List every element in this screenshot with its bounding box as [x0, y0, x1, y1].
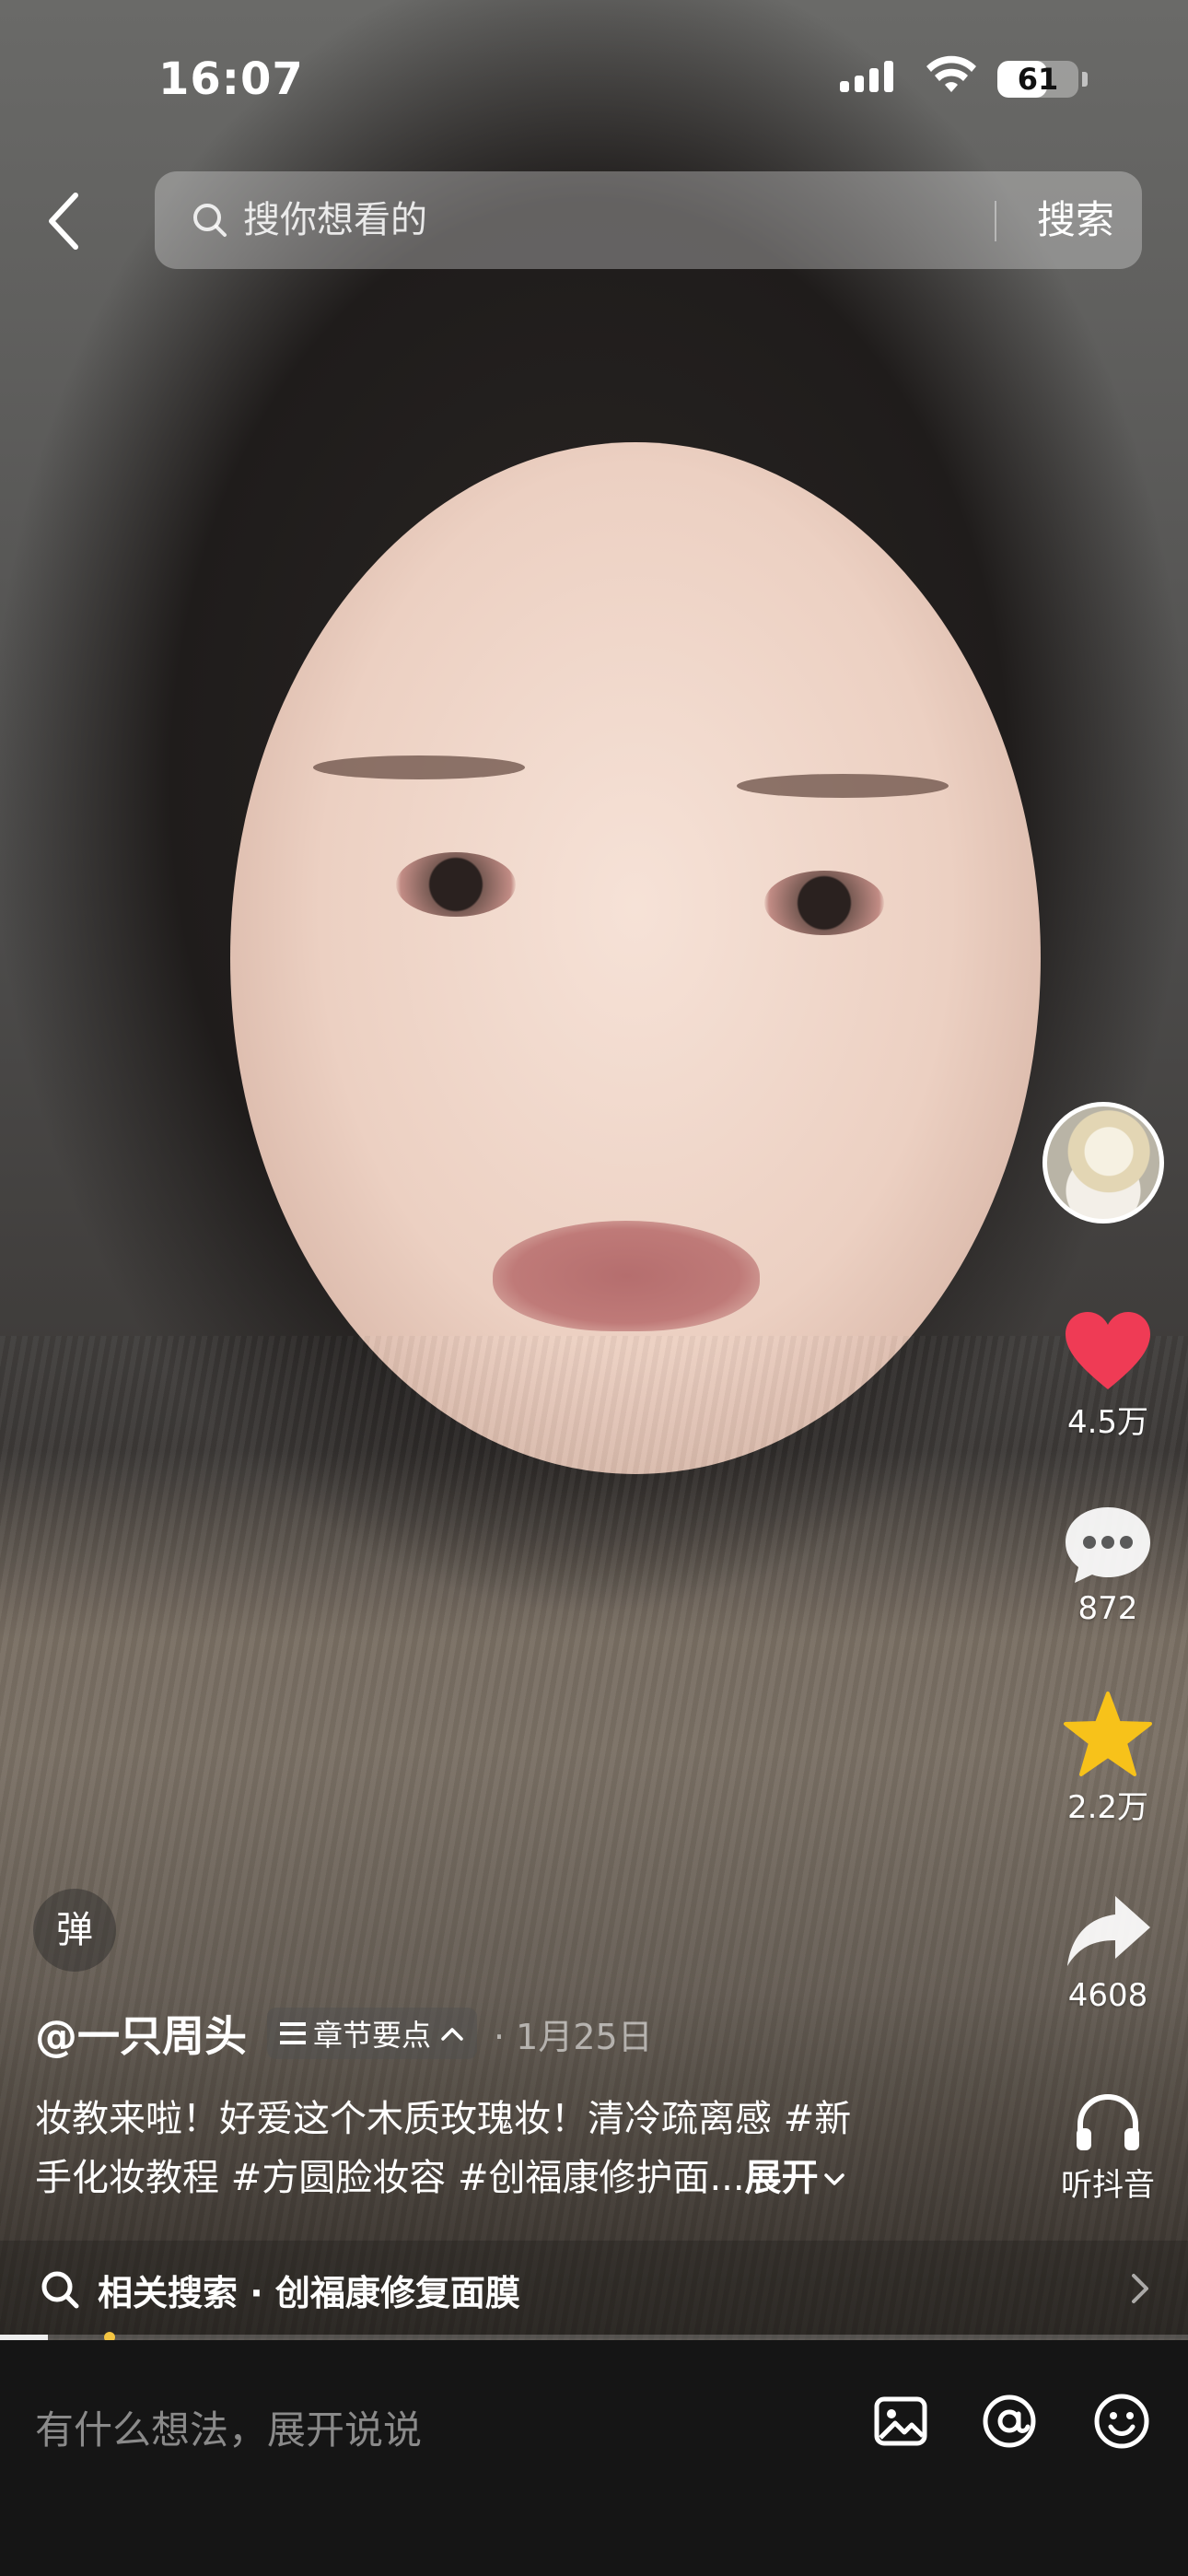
related-search-bar[interactable]: 相关搜索 · 创福康修复面膜: [0, 2241, 1188, 2338]
related-search-label: 相关搜索 · 创福康修复面膜: [98, 2272, 520, 2313]
like-count: 4.5万: [1066, 1404, 1149, 1441]
image-icon[interactable]: [871, 2392, 930, 2451]
list-icon: [280, 2022, 306, 2044]
favorite-count: 2.2万: [1066, 1789, 1149, 1826]
expand-button[interactable]: 展开: [745, 2157, 846, 2199]
post-description[interactable]: 妆教来啦！好爱这个木质玫瑰妆！清冷疏离感 #新 手化妆教程 #方圆脸妆容 #创福…: [35, 2090, 938, 2207]
author-name[interactable]: @一只周头: [35, 2003, 247, 2064]
share-icon: [1067, 1896, 1150, 1966]
video-screen: 16:07 61 搜你想看的 搜索 4.5万 872 2.2万 4608 听抖音…: [0, 0, 1188, 2576]
comment-bar: 有什么想法，展开说说: [0, 2340, 1188, 2576]
like-button[interactable]: 4.5万: [1034, 1308, 1182, 1442]
comment-count: 872: [1077, 1590, 1138, 1627]
comment-button[interactable]: 872: [1034, 1502, 1182, 1627]
heart-icon: [1066, 1312, 1150, 1389]
chevron-up-icon: [441, 2028, 463, 2041]
emoji-icon[interactable]: [1092, 2392, 1151, 2451]
chevron-down-icon: [823, 2173, 844, 2185]
chapter-chip-label: 章节要点: [313, 2018, 432, 2053]
listen-button[interactable]: 听抖音: [1034, 2091, 1182, 2205]
video-eye-left: [396, 852, 516, 917]
star-icon: [1064, 1692, 1152, 1776]
author-row: @一只周头 章节要点 · 1月25日: [35, 2001, 653, 2066]
chevron-right-icon: [1132, 2274, 1148, 2303]
cellular-signal-icon: [840, 61, 893, 92]
at-icon[interactable]: [980, 2392, 1039, 2451]
back-icon[interactable]: [33, 184, 98, 258]
expand-label: 展开: [744, 2157, 819, 2199]
description-line-2: 手化妆教程 #方圆脸妆容 #创福康修护面...展开: [35, 2149, 938, 2207]
listen-label: 听抖音: [1061, 2167, 1155, 2204]
description-line-2-text: 手化妆教程 #方圆脸妆容 #创福康修护面...: [35, 2157, 745, 2199]
search-bar[interactable]: 搜你想看的 搜索: [155, 171, 1142, 269]
author-avatar[interactable]: [1042, 1102, 1164, 1224]
wifi-icon: [926, 55, 976, 92]
video-eye-right: [764, 871, 884, 935]
status-bar: 16:07 61: [0, 0, 1188, 157]
favorite-button[interactable]: 2.2万: [1034, 1690, 1182, 1827]
video-lips: [493, 1221, 760, 1331]
search-input[interactable]: 搜你想看的: [243, 171, 427, 269]
search-icon: [193, 204, 227, 237]
share-count: 4608: [1067, 1977, 1148, 2014]
video-brow-left: [313, 755, 525, 779]
battery-cap: [1082, 72, 1088, 87]
danmaku-toggle-button[interactable]: 弹: [33, 1889, 116, 1972]
search-icon: [41, 2271, 79, 2309]
chapter-chip[interactable]: 章节要点: [267, 2008, 478, 2059]
status-time: 16:07: [158, 53, 304, 105]
video-brow-right: [737, 774, 949, 798]
post-date: · 1月25日: [494, 2016, 653, 2057]
battery-indicator: 61: [997, 61, 1078, 98]
search-divider: [995, 201, 996, 241]
search-button[interactable]: 搜索: [1020, 171, 1131, 269]
video-player[interactable]: [0, 0, 1188, 2349]
headphones-icon: [1077, 2093, 1139, 2150]
share-button[interactable]: 4608: [1034, 1891, 1182, 2014]
description-line-1: 妆教来啦！好爱这个木质玫瑰妆！清冷疏离感 #新: [35, 2098, 852, 2140]
battery-percent: 61: [1017, 62, 1059, 97]
comment-icon: [1066, 1507, 1150, 1583]
comment-input[interactable]: 有什么想法，展开说说: [35, 2399, 422, 2455]
